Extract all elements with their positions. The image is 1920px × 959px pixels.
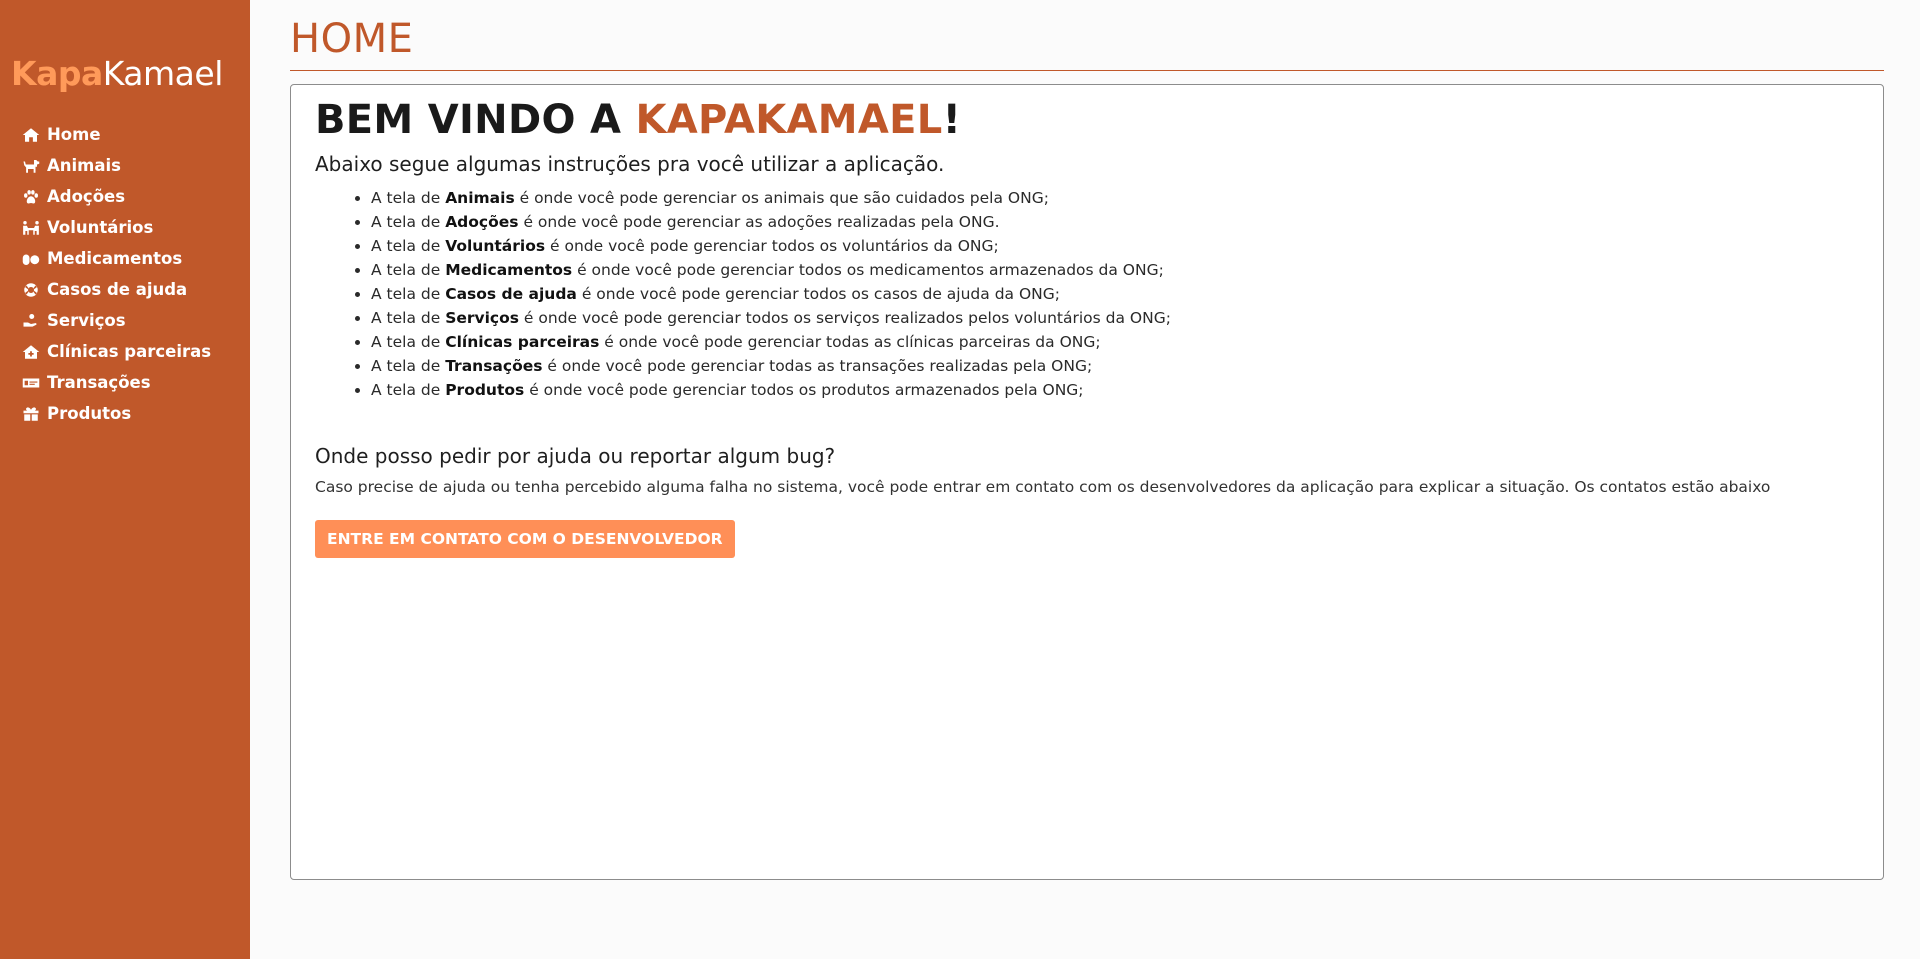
instruction-prefix: A tela de [371,381,446,399]
welcome-prefix: BEM VINDO A [315,97,636,143]
sidebar-item-label: Adoções [47,187,126,206]
instruction-description: é onde você pode gerenciar todos os caso… [576,285,1060,303]
welcome-brand: KAPAKAMAEL [635,97,943,143]
people-carry-icon [20,219,42,237]
instruction-screen-name: Voluntários [445,237,546,255]
instruction-description: é onde você pode gerenciar todos os prod… [524,381,1084,399]
sidebar-item-label: Transações [47,373,151,392]
life-ring-icon [20,281,42,299]
welcome-heading: BEM VINDO A KAPAKAMAEL! [315,97,1855,143]
instruction-prefix: A tela de [371,309,446,327]
sidebar-item-label: Clínicas parceiras [47,342,212,361]
instruction-prefix: A tela de [371,237,446,255]
home-card-body: BEM VINDO A KAPAKAMAEL! Abaixo segue alg… [315,97,1855,558]
box-icon [20,405,42,423]
sidebar-item-label: Produtos [47,404,132,423]
instruction-description: é onde você pode gerenciar as adoções re… [518,213,1000,231]
sidebar-item-label: Animais [47,156,121,175]
brand-part-kamael: Kamael [102,54,224,93]
list-item: A tela de Casos de ajuda é onde você pod… [371,282,1855,306]
sidebar-item-voluntarios[interactable]: Voluntários [20,212,211,243]
sidebar-item-casos-de-ajuda[interactable]: Casos de ajuda [20,274,211,305]
hand-holding-icon [20,312,42,330]
instruction-description: é onde você pode gerenciar todos os serv… [519,309,1171,327]
instruction-screen-name: Animais [445,189,515,207]
clinic-house-icon [20,343,42,361]
sidebar-item-label: Casos de ajuda [47,280,188,299]
intro-text: Abaixo segue algumas instruções pra você… [315,152,945,176]
list-item: A tela de Produtos é onde você pode gere… [371,378,1855,402]
instruction-prefix: A tela de [371,333,446,351]
paw-icon [20,188,42,206]
money-bill-icon [20,374,42,392]
list-item: A tela de Animais é onde você pode geren… [371,186,1855,210]
list-item: A tela de Serviços é onde você pode gere… [371,306,1855,330]
instruction-screen-name: Casos de ajuda [445,285,577,303]
sidebar: KapaKamael Home Animais Adoções Voluntár… [0,0,250,959]
sidebar-item-adocoes[interactable]: Adoções [20,181,211,212]
sidebar-item-produtos[interactable]: Produtos [20,398,211,429]
contact-developer-button[interactable]: ENTRE EM CONTATO COM O DESENVOLVEDOR [315,520,735,558]
brand-logo[interactable]: KapaKamael [11,54,223,93]
sidebar-nav: Home Animais Adoções Voluntários Medicam… [20,119,211,429]
instruction-description: é onde você pode gerenciar os animais qu… [514,189,1049,207]
sidebar-item-label: Voluntários [47,218,154,237]
home-icon [20,126,42,144]
instruction-prefix: A tela de [371,189,446,207]
sidebar-item-label: Serviços [47,311,126,330]
welcome-suffix: ! [942,97,962,143]
brand-part-kapa: Kapa [11,54,103,93]
title-divider [290,70,1884,71]
sidebar-item-clinicas-parceiras[interactable]: Clínicas parceiras [20,336,211,367]
sidebar-item-label: Home [47,125,101,144]
instruction-description: é onde você pode gerenciar todas as tran… [542,357,1093,375]
instruction-screen-name: Medicamentos [445,261,573,279]
sidebar-item-label: Medicamentos [47,249,183,268]
instruction-screen-name: Transações [445,357,543,375]
instruction-description: é onde você pode gerenciar todas as clín… [599,333,1101,351]
list-item: A tela de Transações é onde você pode ge… [371,354,1855,378]
sidebar-item-home[interactable]: Home [20,119,211,150]
list-item: A tela de Voluntários é onde você pode g… [371,234,1855,258]
list-item: A tela de Adoções é onde você pode geren… [371,210,1855,234]
sidebar-item-servicos[interactable]: Serviços [20,305,211,336]
instruction-screen-name: Serviços [445,309,519,327]
instruction-description: é onde você pode gerenciar todos os volu… [545,237,999,255]
instructions-list: A tela de Animais é onde você pode geren… [315,186,1855,402]
instruction-screen-name: Clínicas parceiras [445,333,600,351]
sidebar-item-animais[interactable]: Animais [20,150,211,181]
pills-icon [20,250,42,268]
instruction-description: é onde você pode gerenciar todos os medi… [572,261,1164,279]
list-item: A tela de Clínicas parceiras é onde você… [371,330,1855,354]
instruction-prefix: A tela de [371,213,446,231]
instruction-screen-name: Produtos [445,381,525,399]
list-item: A tela de Medicamentos é onde você pode … [371,258,1855,282]
home-card: BEM VINDO A KAPAKAMAEL! Abaixo segue alg… [290,84,1884,880]
instruction-prefix: A tela de [371,357,446,375]
page-title: HOME [290,16,414,62]
sidebar-item-medicamentos[interactable]: Medicamentos [20,243,211,274]
dog-icon [20,157,42,175]
help-heading: Onde posso pedir por ajuda ou reportar a… [315,444,836,468]
help-text: Caso precise de ajuda ou tenha percebido… [315,478,1771,496]
instruction-screen-name: Adoções [445,213,519,231]
sidebar-item-transacoes[interactable]: Transações [20,367,211,398]
instruction-prefix: A tela de [371,261,446,279]
instruction-prefix: A tela de [371,285,446,303]
